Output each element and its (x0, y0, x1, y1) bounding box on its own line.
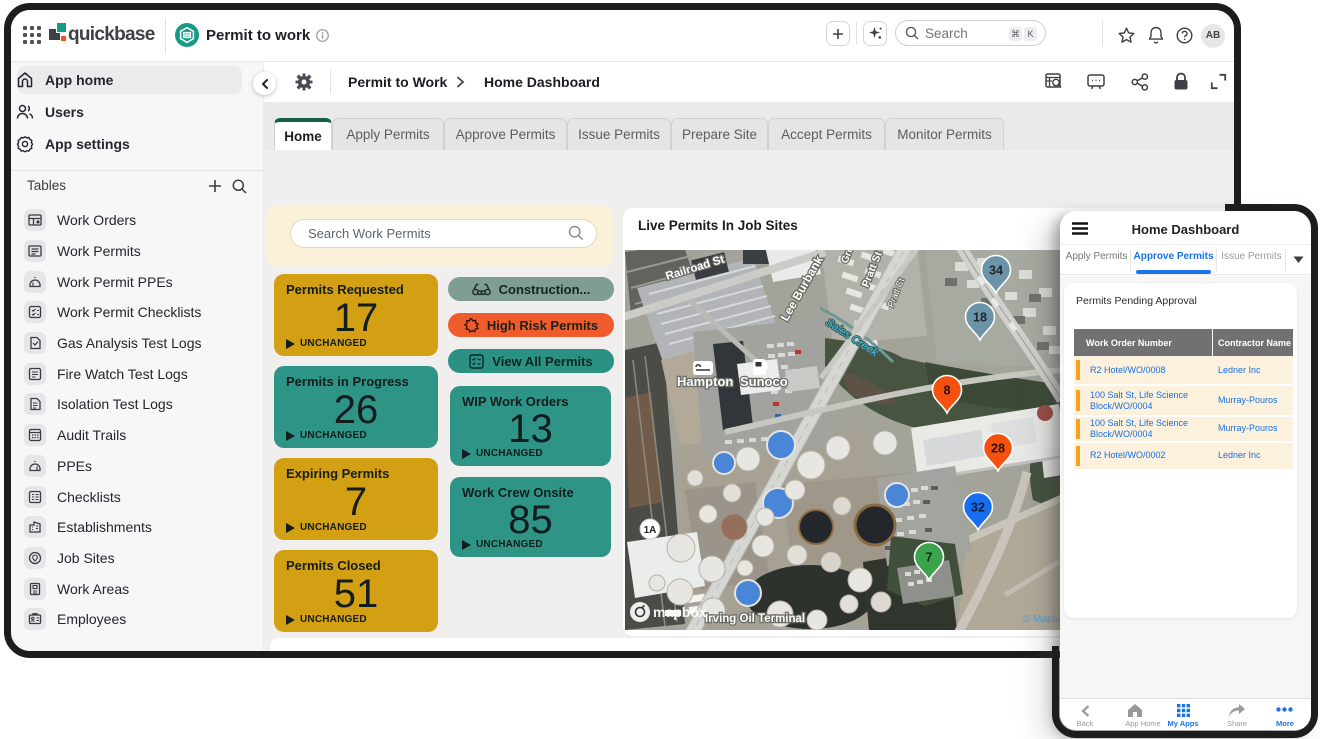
svg-text:34: 34 (989, 264, 1003, 278)
svg-text:Irving Oil Terminal: Irving Oil Terminal (705, 613, 805, 625)
svg-text:mapbox: mapbox (653, 604, 707, 620)
svg-text:© Mapbo: © Mapbo (1023, 614, 1064, 625)
svg-text:32: 32 (971, 501, 985, 515)
svg-text:7: 7 (926, 551, 933, 565)
svg-text:Sunoco: Sunoco (740, 374, 788, 389)
svg-text:28: 28 (991, 442, 1005, 456)
svg-text:1A: 1A (644, 525, 657, 536)
svg-text:8: 8 (944, 384, 951, 398)
svg-text:18: 18 (973, 311, 987, 325)
svg-text:Hampton: Hampton (677, 374, 733, 389)
